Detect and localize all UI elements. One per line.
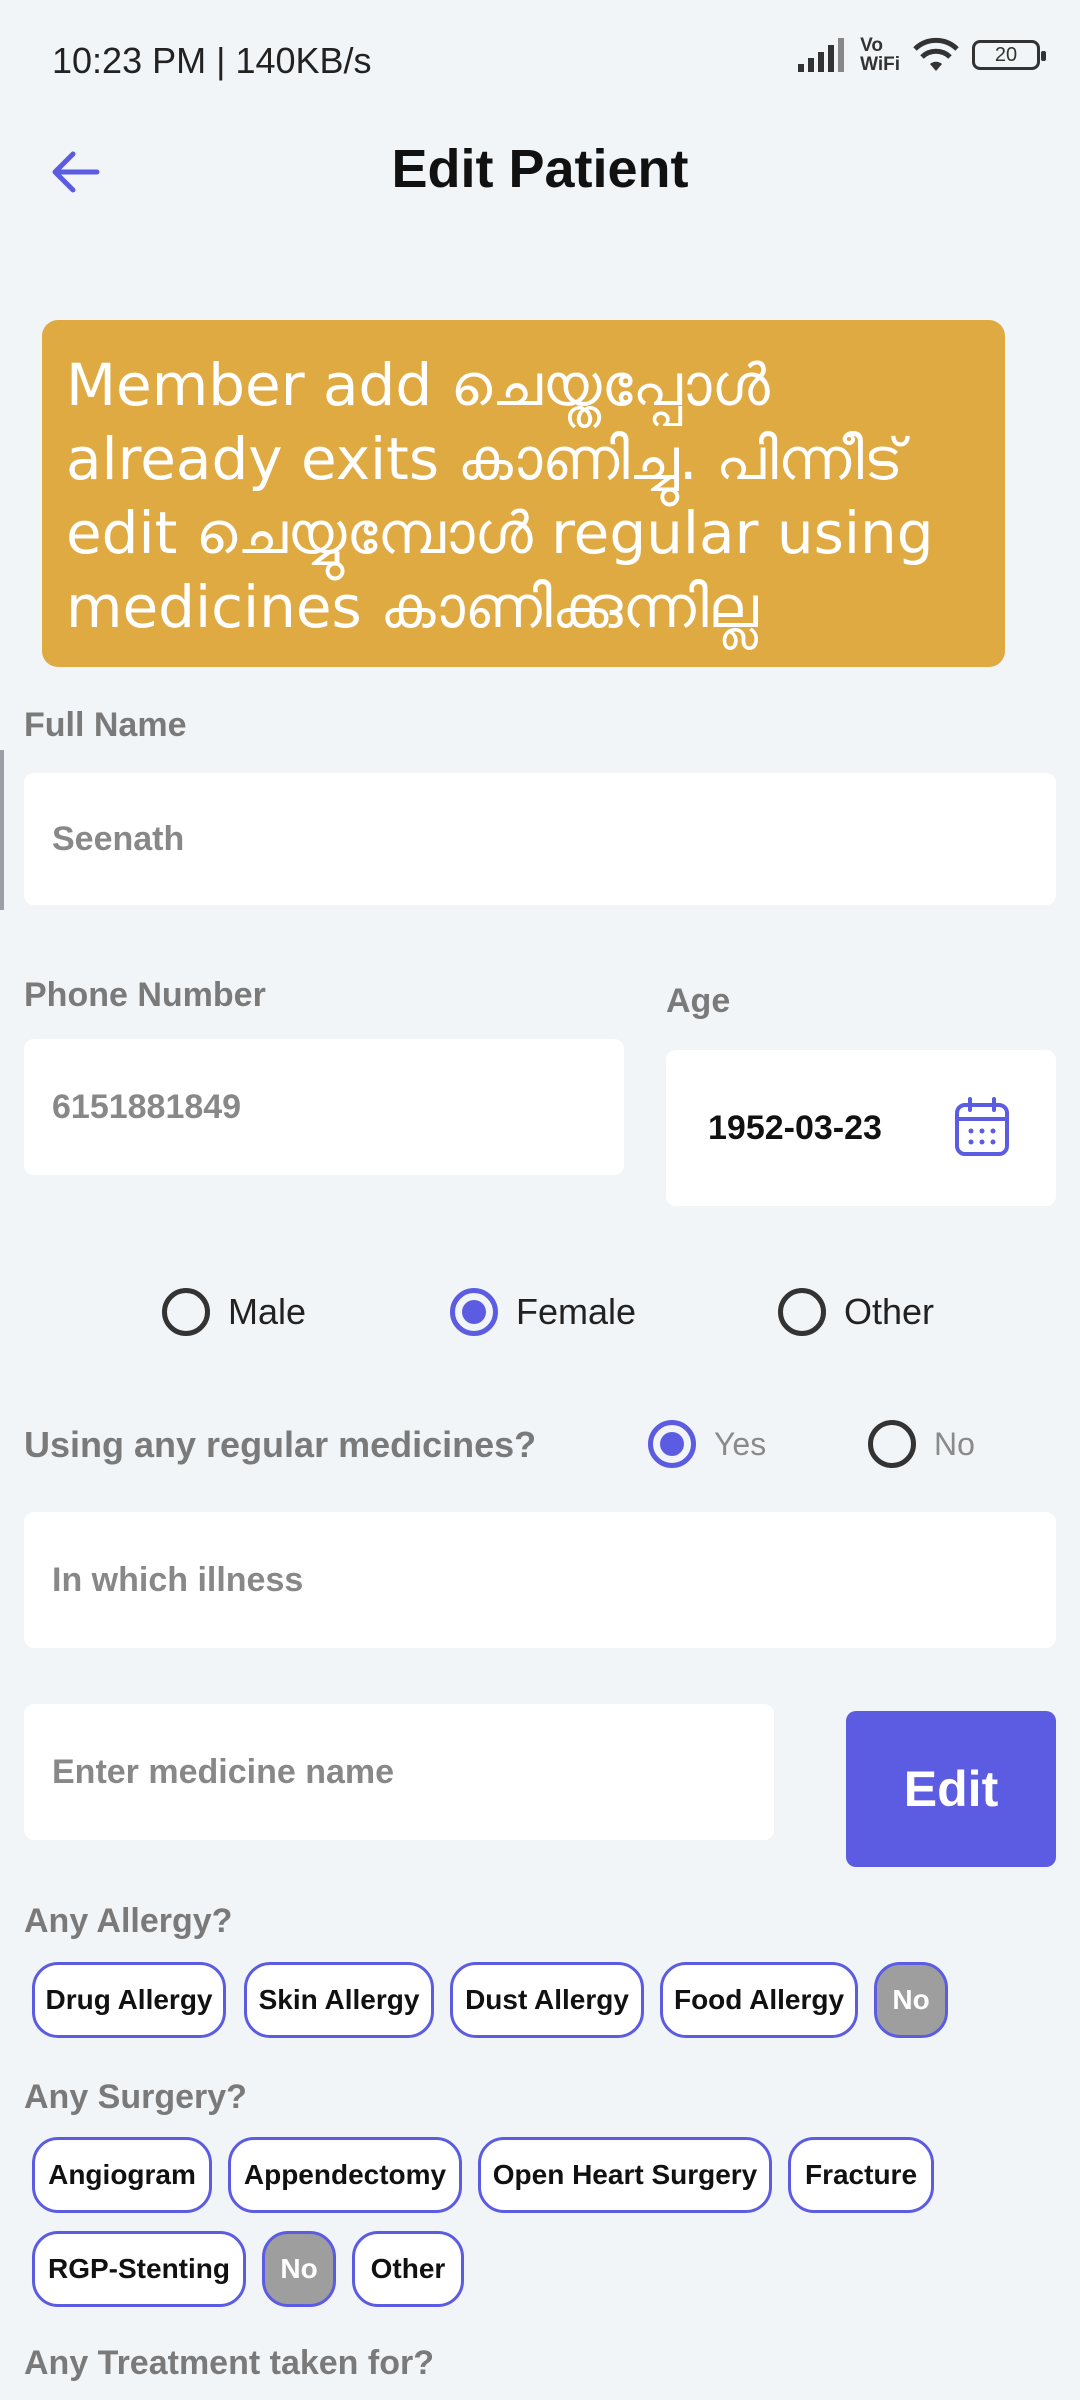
app-bar: Edit Patient [0, 120, 1080, 220]
chip-dust-allergy[interactable]: Dust Allergy [450, 1962, 644, 2038]
medicines-question: Using any regular medicines? [24, 1424, 537, 1465]
page-title: Edit Patient [391, 139, 689, 199]
chip-drug-allergy[interactable]: Drug Allergy [32, 1962, 226, 2038]
male-radio[interactable] [162, 1288, 210, 1336]
calendar-icon[interactable] [954, 1097, 1010, 1157]
medicines-yes-option[interactable]: Yes [648, 1420, 766, 1468]
no-radio[interactable] [868, 1420, 916, 1468]
no-label: No [934, 1425, 975, 1462]
annotation-banner: Member add ചെയ്തപ്പോൾ already exits കാണി… [42, 320, 1005, 667]
female-label: Female [516, 1291, 637, 1332]
medicine-name-input[interactable]: Enter medicine name [24, 1704, 774, 1840]
scroll-edge-indicator [0, 750, 4, 910]
surgery-label: Any Surgery? [24, 2078, 247, 2116]
gender-male-option[interactable]: Male [162, 1288, 306, 1336]
male-label: Male [228, 1291, 307, 1332]
gender-other-option[interactable]: Other [778, 1288, 934, 1336]
chip-surgery-no[interactable]: No [262, 2231, 336, 2307]
illness-input[interactable]: In which illness [24, 1512, 1056, 1648]
vowifi-icon: Vo WiFi [860, 35, 900, 75]
age-value: 1952-03-23 [708, 1108, 882, 1147]
wifi-icon [913, 37, 959, 71]
full-name-label: Full Name [24, 706, 187, 744]
phone-label: Phone Number [24, 976, 266, 1014]
status-bar: 10:23 PM | 140KB/s Vo WiFi 20 [0, 0, 1080, 120]
chip-open-heart-surgery[interactable]: Open Heart Surgery [478, 2137, 772, 2213]
treatment-label: Any Treatment taken for? [24, 2344, 434, 2382]
chip-skin-allergy[interactable]: Skin Allergy [244, 1962, 434, 2038]
chip-angiogram[interactable]: Angiogram [32, 2137, 212, 2213]
chip-rgp-stenting[interactable]: RGP-Stenting [32, 2231, 246, 2307]
chip-food-allergy[interactable]: Food Allergy [660, 1962, 858, 2038]
other-radio[interactable] [778, 1288, 826, 1336]
yes-label: Yes [714, 1425, 767, 1462]
other-label: Other [844, 1291, 935, 1332]
signal-icon [798, 38, 845, 72]
full-name-input[interactable]: Seenath [24, 773, 1056, 905]
status-time: 10:23 PM | 140KB/s [52, 40, 372, 81]
chip-surgery-other[interactable]: Other [352, 2231, 464, 2307]
yes-radio[interactable] [648, 1420, 696, 1468]
chip-allergy-no[interactable]: No [874, 1962, 948, 2038]
battery-icon: 20 [972, 40, 1046, 70]
allergy-label: Any Allergy? [24, 1902, 233, 1940]
edit-button[interactable]: Edit [846, 1711, 1056, 1867]
female-radio[interactable] [450, 1288, 498, 1336]
age-date-field[interactable]: 1952-03-23 [666, 1050, 1056, 1206]
chip-appendectomy[interactable]: Appendectomy [228, 2137, 462, 2213]
gender-female-option[interactable]: Female [450, 1288, 636, 1336]
medicines-no-option[interactable]: No [868, 1420, 975, 1468]
status-icons: Vo WiFi 20 [798, 35, 1046, 75]
phone-input[interactable]: 6151881849 [24, 1039, 624, 1175]
age-label: Age [666, 982, 731, 1020]
chip-fracture[interactable]: Fracture [788, 2137, 934, 2213]
